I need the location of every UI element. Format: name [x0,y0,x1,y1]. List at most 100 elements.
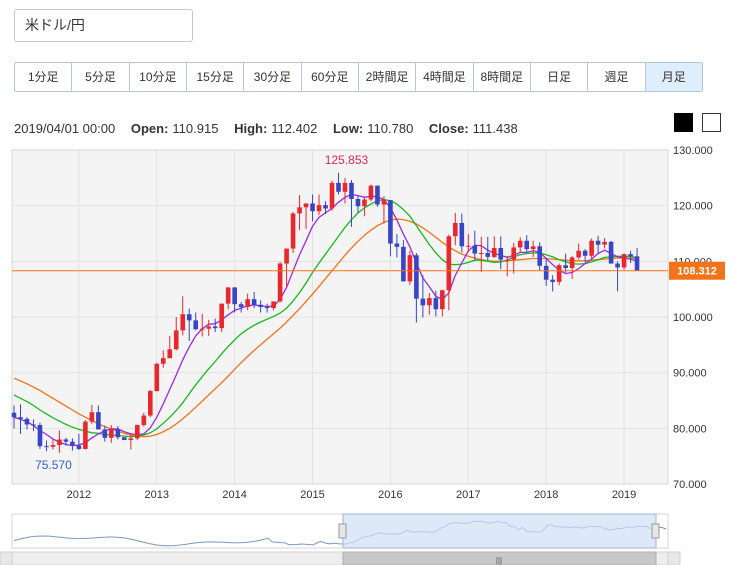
timeframe-tab-2[interactable]: 10分足 [130,63,187,91]
candle-body [485,252,491,257]
y-tick-label: 130.000 [673,145,713,157]
candle-body [135,424,140,439]
timeframe-tab-1[interactable]: 5分足 [72,63,130,91]
range-navigator[interactable]: ||| [0,510,740,565]
candle-body [602,241,607,245]
x-tick-label: 2015 [300,489,324,501]
y-tick-label: 90.000 [673,368,707,380]
x-tick-label: 2012 [67,489,91,501]
navigator-left-handle[interactable] [338,523,347,539]
candle-body [368,185,374,200]
candle-body [517,240,523,248]
candle-body [225,287,231,304]
candle-body [316,205,322,212]
candle-body [115,429,121,438]
candle-body [264,306,270,309]
scroll-left-button[interactable] [0,551,13,565]
candle-body [141,415,147,425]
current-price-label: 108.312 [677,266,717,278]
timeframe-tab-4[interactable]: 30分足 [244,63,302,91]
candle-body [595,240,601,245]
candle-body [478,252,484,254]
candle-body [96,412,101,430]
dark-theme-toggle[interactable] [674,113,693,132]
candle-body [621,254,627,268]
x-tick-label: 2018 [534,489,558,501]
candle-body [290,213,296,249]
candle-body [628,254,633,257]
candle-body [11,412,17,418]
candle-body [284,248,289,264]
timeframe-tab-6[interactable]: 2時間足 [359,63,417,91]
candle-body [498,247,504,260]
candle-body [251,299,257,305]
scrollbar-grip-icon: ||| [496,556,502,565]
candlestick-chart[interactable]: 130.000120.000110.000100.00090.00080.000… [0,140,740,510]
candle-body [537,246,542,266]
low-label: Low: [332,121,364,136]
candle-body [245,299,250,307]
candle-body [349,182,354,199]
candle-body [420,298,426,306]
x-tick-label: 2016 [378,489,402,501]
candle-body [122,437,127,441]
candle-body [167,349,173,359]
candle-body [440,290,445,310]
candle-body [427,298,432,306]
timeframe-tab-10[interactable]: 週足 [588,63,646,91]
close-value: 111.438 [472,121,518,136]
candle-body [504,259,510,261]
timeframe-tab-11[interactable]: 月足 [645,63,702,91]
candle-body [329,182,335,209]
candle-body [543,265,549,280]
candle-body [76,445,82,449]
candle-body [83,421,88,449]
candle-body [355,198,361,207]
navigator-right-handle[interactable] [651,523,660,539]
navigator-selection[interactable] [342,513,657,549]
timeframe-tab-9[interactable]: 日足 [531,63,589,91]
candle-body [401,246,406,282]
currency-pair-select[interactable]: 米ドル/円 [14,9,193,42]
close-label: Close: [428,121,469,136]
candle-body [530,246,536,250]
candle-body [50,445,56,447]
candle-body [466,245,471,247]
candle-body [569,257,575,269]
candle-body [491,247,497,257]
timeframe-tab-5[interactable]: 60分足 [302,63,359,91]
candle-body [336,182,341,192]
candle-body [18,417,23,419]
scroll-right-button[interactable] [667,551,681,565]
candle-body [472,245,478,254]
open-value: 110.915 [172,121,219,136]
candle-body [128,438,134,441]
timeframe-tab-7[interactable]: 4時間足 [416,63,474,91]
x-tick-label: 2014 [222,489,246,501]
candle-body [186,314,192,321]
timeframe-tab-0[interactable]: 1分足 [15,63,73,91]
candle-body [388,200,393,244]
candle-body [232,287,237,305]
candle-body [57,439,62,446]
y-tick-label: 120.000 [673,201,713,213]
candle-body [563,265,568,269]
high-value: 112.402 [271,121,318,136]
y-tick-label: 70.000 [673,479,707,491]
candle-body [310,203,315,212]
candle-body [70,441,75,446]
candle-body [154,363,160,392]
timeframe-tab-8[interactable]: 8時間足 [474,63,531,91]
candle-body [219,303,224,329]
timeframe-tab-3[interactable]: 15分足 [187,63,245,91]
candle-body [212,326,218,329]
high-annotation: 125.853 [325,153,369,167]
candle-body [381,200,387,205]
y-tick-label: 100.000 [673,312,713,324]
candle-body [342,182,348,192]
candle-body [258,304,263,307]
low-annotation: 75.570 [35,458,72,472]
light-theme-toggle[interactable] [702,113,721,132]
candle-body [433,298,439,310]
candle-body [102,429,108,438]
